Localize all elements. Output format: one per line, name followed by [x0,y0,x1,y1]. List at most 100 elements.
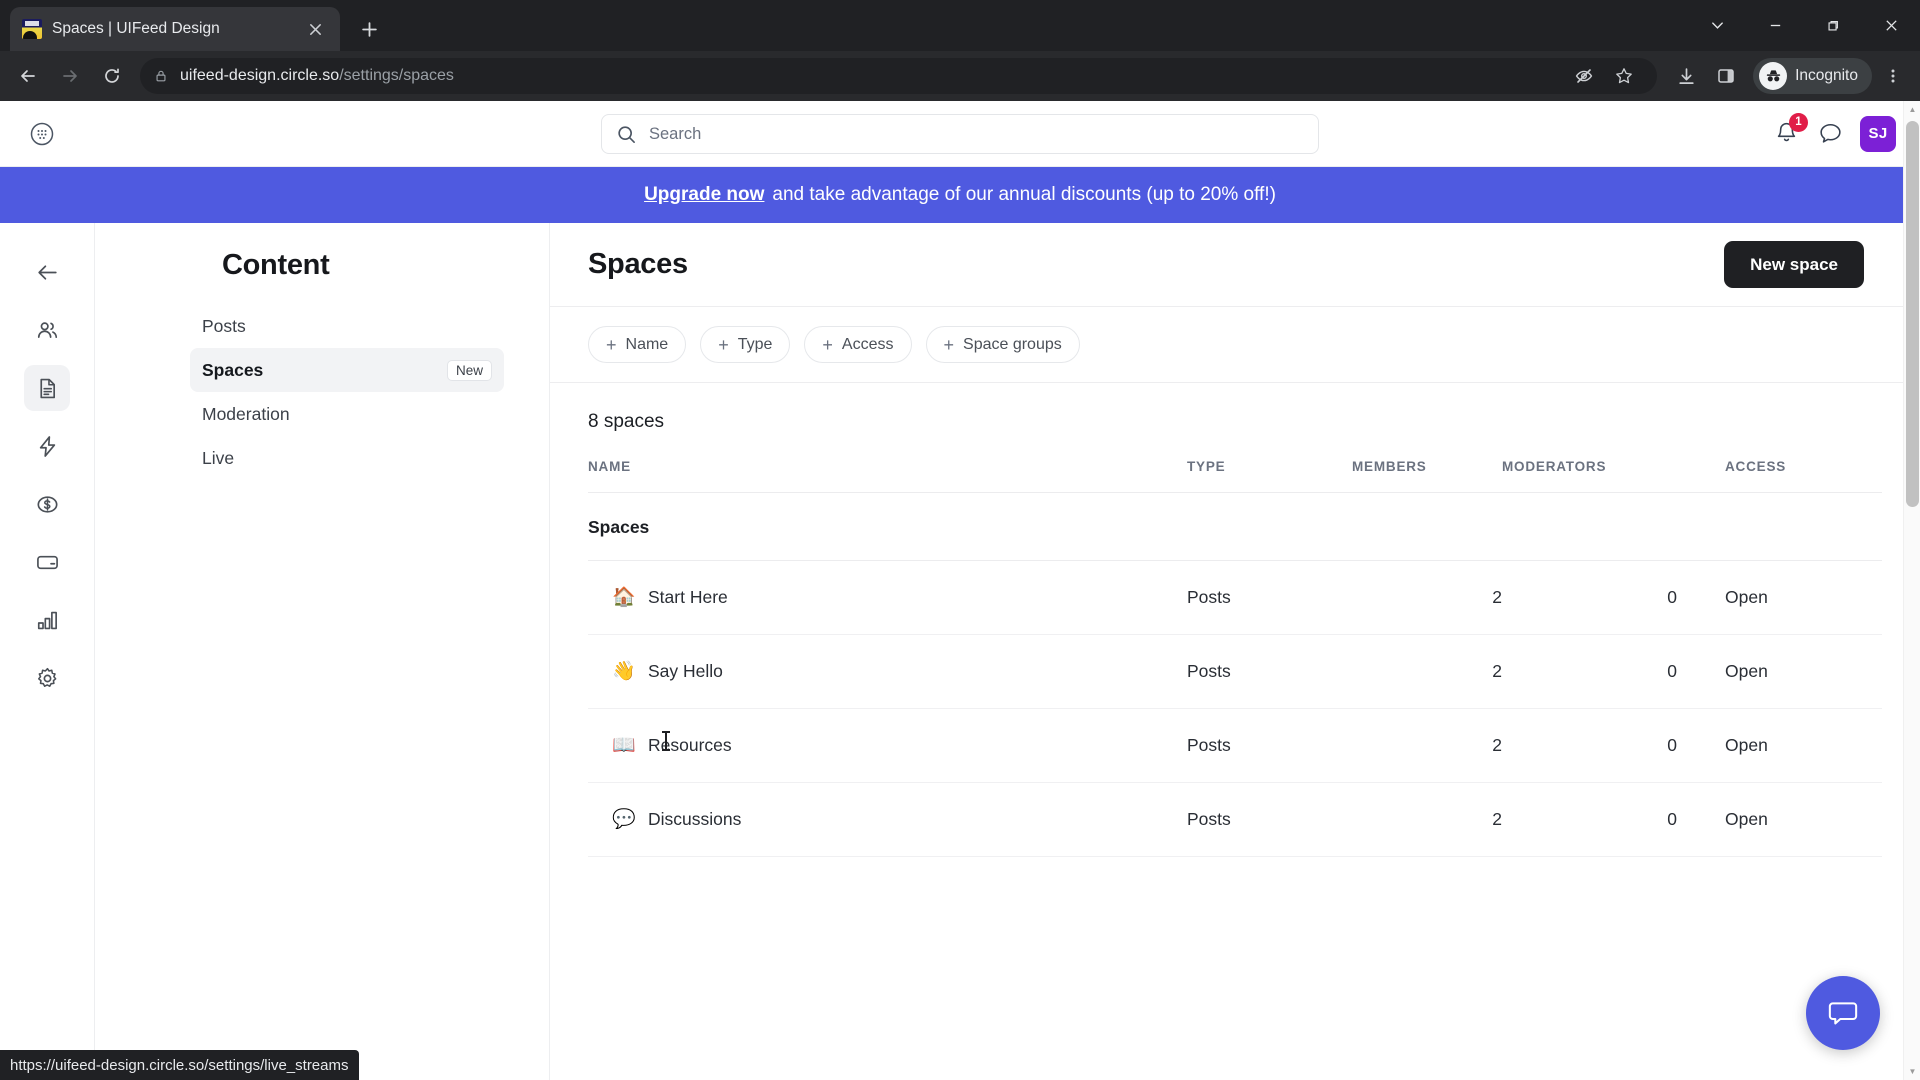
upgrade-now-link[interactable]: Upgrade now [644,184,764,206]
waving-hand-emoji: 👋 [612,661,636,682]
window-close-icon[interactable] [1862,0,1920,51]
sidebar-item-live[interactable]: Live [190,436,504,480]
sidebar-item-label: Spaces [202,359,264,380]
page-body: Content Posts Spaces New Moderation Live [0,223,1920,1080]
new-space-button[interactable]: New space [1724,241,1864,288]
search-input[interactable]: Search [601,114,1319,154]
space-name-cell: 💬 Discussions [612,809,1187,830]
filter-label: Type [737,335,773,353]
space-name: Say Hello [648,661,723,681]
notifications-button[interactable]: 1 [1773,112,1808,148]
spaces-table: NAME TYPE MEMBERS MODERATORS ACCESS Spac… [588,459,1882,857]
column-header-access[interactable]: ACCESS [1677,459,1882,493]
space-group-label: Spaces [588,492,1882,561]
space-name-cell: 👋 Say Hello [612,661,1187,682]
space-group-row[interactable]: Spaces [588,492,1882,561]
close-icon[interactable] [302,16,328,42]
new-tab-button[interactable] [352,12,386,46]
page-scrollbar[interactable]: ▲ ▼ [1903,101,1920,1080]
sidebar-item-analytics[interactable] [24,597,70,643]
space-members: 2 [1352,782,1502,857]
chat-widget-button[interactable] [1806,976,1880,1050]
back-button[interactable] [8,56,48,96]
eye-off-icon[interactable] [1565,57,1603,95]
tab-title: Spaces | UIFeed Design [52,20,220,37]
star-icon[interactable] [1605,57,1643,95]
filter-chip-space-groups[interactable]: + Space groups [925,326,1080,363]
scroll-up-icon[interactable]: ▲ [1904,101,1920,118]
sidebar-item-settings[interactable] [24,655,70,701]
open-book-emoji: 📖 [612,735,636,756]
speech-balloon-emoji: 💬 [612,809,636,830]
sidebar-item-monetization[interactable] [24,481,70,527]
main-content: Spaces New space + Name + Type + Access [550,223,1920,1080]
browser-tab[interactable]: Spaces | UIFeed Design [10,7,340,51]
column-header-type[interactable]: TYPE [1187,459,1352,493]
space-access: Open [1677,560,1882,635]
space-moderators: 0 [1502,560,1677,635]
app-grid-icon[interactable] [24,116,60,152]
filter-chip-type[interactable]: + Type [700,326,791,363]
rail-back-button[interactable] [24,249,70,295]
minimize-icon[interactable] [1746,0,1804,51]
column-header-name[interactable]: NAME [588,459,1187,493]
scrollbar-thumb[interactable] [1906,121,1919,507]
filter-label: Space groups [963,335,1062,353]
side-panel-icon[interactable] [1707,57,1745,95]
column-header-moderators[interactable]: MODERATORS [1502,459,1677,493]
space-moderators: 0 [1502,634,1677,709]
table-header-row: NAME TYPE MEMBERS MODERATORS ACCESS [588,459,1882,493]
incognito-icon [1759,62,1788,90]
app-header: Search 1 SJ [0,101,1920,167]
uifeed-favicon [22,19,42,39]
browser-toolbar: uifeed-design.circle.so/settings/spaces … [0,51,1920,101]
tab-search-icon[interactable] [1688,0,1746,51]
sidebar-item-workflows[interactable] [24,423,70,469]
kebab-menu-icon[interactable] [1874,57,1912,95]
sidebar-item-members[interactable] [24,307,70,353]
space-moderators: 0 [1502,708,1677,783]
address-bar[interactable]: uifeed-design.circle.so/settings/spaces [140,57,1658,95]
table-row[interactable]: 👋 Say Hello Posts 2 0 Open [588,634,1882,709]
filter-bar: + Name + Type + Access + Space groups [550,307,1920,383]
space-access: Open [1677,782,1882,857]
page-viewport: Search 1 SJ Upgrade now and take advanta… [0,101,1920,1080]
space-type: Posts [1187,708,1352,783]
space-name: Resources [648,735,732,755]
space-name-cell: 🏠 Start Here [612,587,1187,608]
space-type: Posts [1187,560,1352,635]
space-members: 2 [1352,708,1502,783]
filter-chip-access[interactable]: + Access [804,326,912,363]
search-placeholder: Search [649,124,702,143]
forward-button[interactable] [50,56,90,96]
sidebar-item-billing[interactable] [24,539,70,585]
space-moderators: 0 [1502,782,1677,857]
search-container: Search [601,114,1319,154]
sidebar-item-moderation[interactable]: Moderation [190,392,504,436]
column-header-members[interactable]: MEMBERS [1352,459,1502,493]
table-row[interactable]: 💬 Discussions Posts 2 0 Open [588,782,1882,857]
lock-icon [154,69,168,83]
sidebar-item-spaces[interactable]: Spaces New [190,348,504,392]
house-emoji: 🏠 [612,587,636,608]
scroll-down-icon[interactable]: ▼ [1904,1063,1920,1080]
sidebar-title: Content [222,249,330,281]
download-icon[interactable] [1667,57,1705,95]
space-name: Start Here [648,587,728,607]
filter-label: Name [625,335,669,353]
banner-text: and take advantage of our annual discoun… [772,184,1276,205]
sidebar-item-label: Posts [202,315,246,336]
sidebar-item-label: Moderation [202,403,290,424]
messages-button[interactable] [1817,120,1844,147]
reload-button[interactable] [92,56,132,96]
profile-button[interactable]: Incognito [1753,58,1872,94]
table-row[interactable]: 🏠 Start Here Posts 2 0 Open [588,560,1882,635]
sidebar-item-content[interactable] [24,365,70,411]
maximize-icon[interactable] [1804,0,1862,51]
filter-chip-name[interactable]: + Name [588,326,687,363]
browser-window: Spaces | UIFeed Design uifeed-design.cir… [0,0,1920,1080]
notification-badge: 1 [1789,112,1808,132]
sidebar-item-posts[interactable]: Posts [190,304,504,348]
avatar[interactable]: SJ [1860,115,1896,152]
table-row[interactable]: 📖 Resources Posts 2 0 Open [588,708,1882,783]
